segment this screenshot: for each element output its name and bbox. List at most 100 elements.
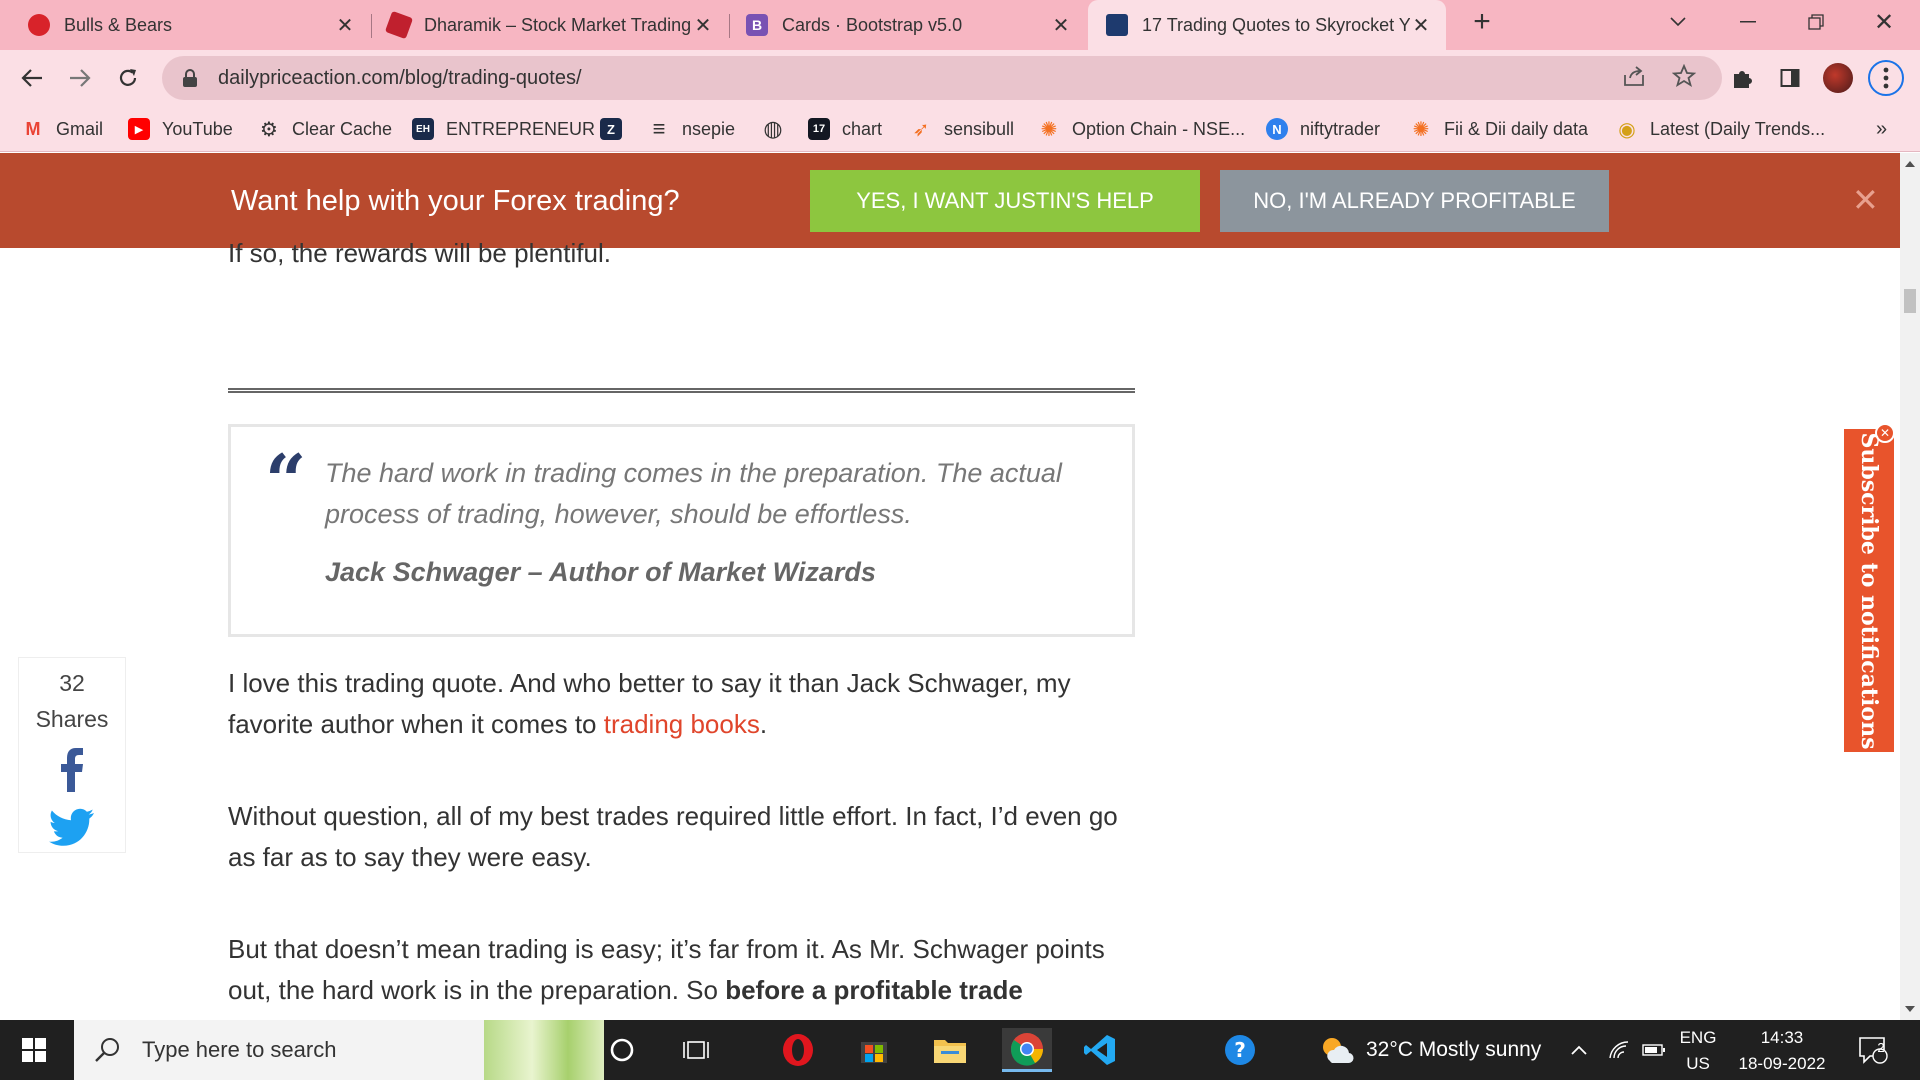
bookmark-zerodha[interactable]: Z <box>600 116 634 142</box>
tab-bootstrap-cards[interactable]: B Cards · Bootstrap v5.0 ✕ <box>730 0 1086 50</box>
page-scrollbar[interactable] <box>1900 153 1920 1020</box>
restore-button[interactable] <box>1786 0 1846 44</box>
yes-help-button[interactable]: YES, I WANT JUSTIN'S HELP <box>810 170 1200 232</box>
gmail-icon: M <box>25 118 41 139</box>
close-icon[interactable]: ✕ <box>1852 181 1879 219</box>
quote-box: “ The hard work in trading comes in the … <box>228 424 1135 637</box>
windows-taskbar: Type here to search ? 32°C Mostly sunny … <box>0 1020 1920 1080</box>
subscribe-label: Subscribe to notifications <box>1856 432 1882 749</box>
reload-icon[interactable] <box>110 60 146 96</box>
tab-search-chevron-icon[interactable] <box>1648 0 1708 44</box>
bookmark-label: YouTube <box>162 118 233 139</box>
scroll-thumb[interactable] <box>1904 289 1916 313</box>
notification-count: 2 <box>1877 1040 1885 1055</box>
bookmark-chart[interactable]: 17 chart <box>808 116 882 142</box>
svg-text:?: ? <box>1234 1038 1246 1062</box>
new-tab-button[interactable]: + <box>1452 0 1512 44</box>
tab-label: Cards · Bootstrap v5.0 <box>782 14 963 35</box>
tab-label: Dharamik – Stock Market Trading <box>424 14 692 35</box>
chrome-icon[interactable] <box>1002 1028 1052 1072</box>
language-indicator[interactable]: ENG <box>1678 1028 1718 1048</box>
close-icon[interactable]: ✕ <box>1410 13 1432 38</box>
niftytrader-icon: N <box>1266 118 1288 140</box>
bookmark-latest-trends[interactable]: ◉ Latest (Daily Trends... <box>1616 116 1825 142</box>
vscode-icon[interactable] <box>1078 1028 1122 1072</box>
bookmark-label: chart <box>842 118 883 139</box>
bookmark-nsepie[interactable]: ≡ nsepie <box>648 116 735 142</box>
bookmark-clear-cache[interactable]: ⚙ Clear Cache <box>258 116 392 142</box>
trading-books-link[interactable]: trading books <box>604 709 760 739</box>
bookmark-sensibull[interactable]: ➶ sensibull <box>910 116 1014 142</box>
bold-text: before a profitable trade <box>725 975 1023 1005</box>
help-icon[interactable]: ? <box>1218 1028 1262 1072</box>
close-icon[interactable]: ✕ <box>1050 13 1072 38</box>
bookmark-fii-dii[interactable]: ✺ Fii & Dii daily data <box>1410 116 1588 142</box>
taskbar-search-box[interactable]: Type here to search <box>74 1020 604 1080</box>
clock-time[interactable]: 14:33 <box>1732 1028 1832 1048</box>
battery-icon[interactable] <box>1642 1020 1666 1080</box>
paragraph-text: . <box>759 709 768 739</box>
intro-paragraph: If so, the rewards will be plentiful. <box>228 238 611 268</box>
bookmark-niftytrader[interactable]: N niftytrader <box>1266 116 1380 142</box>
back-arrow-icon[interactable] <box>14 60 50 96</box>
url-text[interactable]: dailypriceaction.com/blog/trading-quotes… <box>218 67 582 90</box>
extensions-puzzle-icon[interactable] <box>1724 60 1760 96</box>
paragraph-trading-books: I love this trading quote. And who bette… <box>228 663 1148 745</box>
more-bookmarks-chevron-icon[interactable]: » <box>1876 116 1887 142</box>
minimize-button[interactable] <box>1718 0 1778 44</box>
bookmark-label: nsepie <box>682 118 736 139</box>
quote-text: The hard work in trading comes in the pr… <box>325 458 1062 529</box>
tab-bulls-bears[interactable]: Bulls & Bears ✕ <box>0 0 370 50</box>
close-window-button[interactable]: ✕ <box>1854 0 1914 44</box>
microsoft-store-icon[interactable] <box>852 1028 896 1072</box>
forward-arrow-icon[interactable] <box>62 60 98 96</box>
twitter-icon[interactable] <box>49 808 95 848</box>
bookmark-gmail[interactable]: M Gmail <box>22 116 104 142</box>
tab-trading-quotes[interactable]: 17 Trading Quotes to Skyrocket Y ✕ <box>1088 0 1446 50</box>
search-highlight-image <box>484 1020 604 1080</box>
search-placeholder: Type here to search <box>142 1037 337 1062</box>
tray-chevron-icon[interactable] <box>1570 1020 1588 1080</box>
browser-menu-icon[interactable] <box>1868 60 1904 96</box>
scroll-down-arrow-icon[interactable] <box>1905 1006 1915 1012</box>
file-explorer-icon[interactable] <box>928 1028 972 1072</box>
facebook-icon[interactable] <box>55 748 89 792</box>
trends-icon: ◉ <box>1618 118 1636 141</box>
fii-dii-icon: ✺ <box>1412 118 1430 141</box>
zerodha-icon: Z <box>600 118 622 140</box>
bookmark-label: sensibull <box>944 118 1015 139</box>
scroll-up-arrow-icon[interactable] <box>1905 161 1915 167</box>
subscribe-notifications-tab[interactable]: ✕ Subscribe to notifications <box>1844 423 1895 752</box>
share-label: Shares <box>35 706 109 732</box>
bookmark-globe[interactable]: ◍ <box>762 116 796 142</box>
close-icon[interactable]: ✕ <box>334 13 356 38</box>
close-icon[interactable]: ✕ <box>692 13 714 38</box>
clock-date[interactable]: 18-09-2022 <box>1732 1054 1832 1074</box>
task-view-icon[interactable] <box>674 1028 718 1072</box>
cortana-icon[interactable] <box>600 1028 644 1072</box>
quote-mark-icon: “ <box>265 438 307 523</box>
opera-icon[interactable] <box>776 1028 820 1072</box>
bookmark-label: Clear Cache <box>292 118 393 139</box>
side-panel-icon[interactable] <box>1772 60 1808 96</box>
bookmark-option-chain[interactable]: ✺ Option Chain - NSE... <box>1038 116 1245 142</box>
partly-sunny-icon <box>1323 1038 1354 1064</box>
no-profitable-button[interactable]: NO, I'M ALREADY PROFITABLE <box>1220 170 1609 232</box>
profile-avatar[interactable] <box>1820 60 1856 96</box>
tradingview-icon: 17 <box>808 118 830 140</box>
weather-widget[interactable]: 32°C Mostly sunny <box>1320 1020 1541 1080</box>
bookmark-star-icon[interactable] <box>1671 63 1697 94</box>
lock-icon[interactable] <box>182 69 198 87</box>
address-bar[interactable]: dailypriceaction.com/blog/trading-quotes… <box>162 56 1722 100</box>
windows-start-icon[interactable] <box>22 1038 46 1062</box>
banner-text: Want help with your Forex trading? <box>231 185 680 217</box>
language-region[interactable]: US <box>1678 1054 1718 1074</box>
network-icon[interactable] <box>1608 1020 1630 1080</box>
share-count: 32 <box>59 670 85 696</box>
share-page-icon[interactable] <box>1622 64 1646 94</box>
bookmark-entrepreneur[interactable]: EH ENTREPRENEUR <box>412 116 595 142</box>
tab-dharamik[interactable]: Dharamik – Stock Market Trading ✕ <box>372 0 728 50</box>
bookmark-youtube[interactable]: ▶ YouTube <box>128 116 233 142</box>
notification-center-icon[interactable]: 2 <box>1858 1020 1888 1080</box>
page-viewport: Want help with your Forex trading? YES, … <box>0 153 1900 1020</box>
